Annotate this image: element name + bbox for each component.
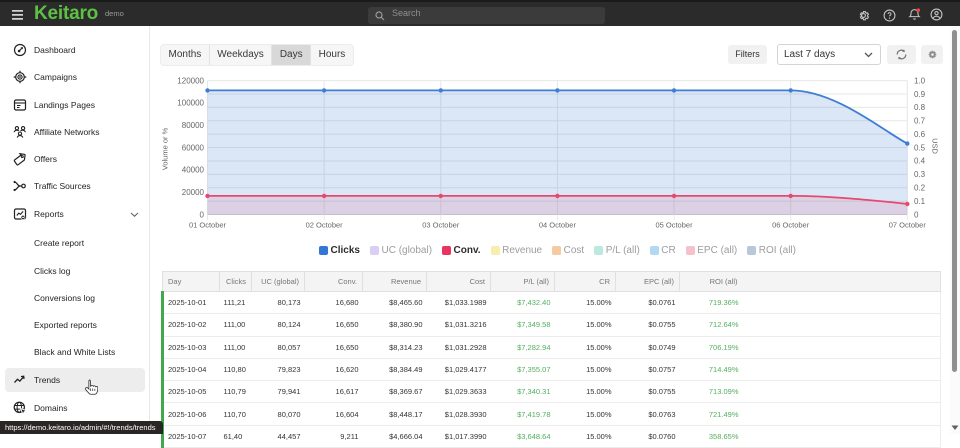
svg-text:0.6: 0.6 [914, 130, 926, 139]
svg-text:0.9: 0.9 [914, 90, 926, 99]
svg-text:0.1: 0.1 [914, 197, 926, 206]
svg-text:04 October: 04 October [539, 221, 577, 230]
svg-text:0.3: 0.3 [914, 170, 926, 179]
svg-text:0.8: 0.8 [914, 103, 926, 112]
svg-text:0: 0 [914, 210, 919, 219]
svg-text:120000: 120000 [177, 76, 204, 85]
svg-text:40000: 40000 [182, 166, 205, 175]
svg-text:0.2: 0.2 [914, 184, 926, 193]
svg-text:01 October: 01 October [189, 221, 227, 230]
svg-text:05 October: 05 October [655, 221, 693, 230]
svg-text:07 October: 07 October [889, 221, 927, 230]
svg-text:0.5: 0.5 [914, 143, 926, 152]
svg-text:USD: USD [931, 138, 940, 154]
svg-text:60000: 60000 [182, 143, 205, 152]
svg-text:Volume or %: Volume or % [161, 127, 170, 170]
svg-text:03 October: 03 October [422, 221, 460, 230]
svg-text:0: 0 [200, 210, 205, 219]
svg-text:20000: 20000 [182, 188, 205, 197]
svg-text:100000: 100000 [177, 99, 204, 108]
svg-text:0.4: 0.4 [914, 157, 926, 166]
svg-text:80000: 80000 [182, 121, 205, 130]
svg-text:0.7: 0.7 [914, 117, 926, 126]
svg-text:02 October: 02 October [306, 221, 344, 230]
svg-text:1.0: 1.0 [914, 76, 926, 85]
svg-text:06 October: 06 October [772, 221, 810, 230]
